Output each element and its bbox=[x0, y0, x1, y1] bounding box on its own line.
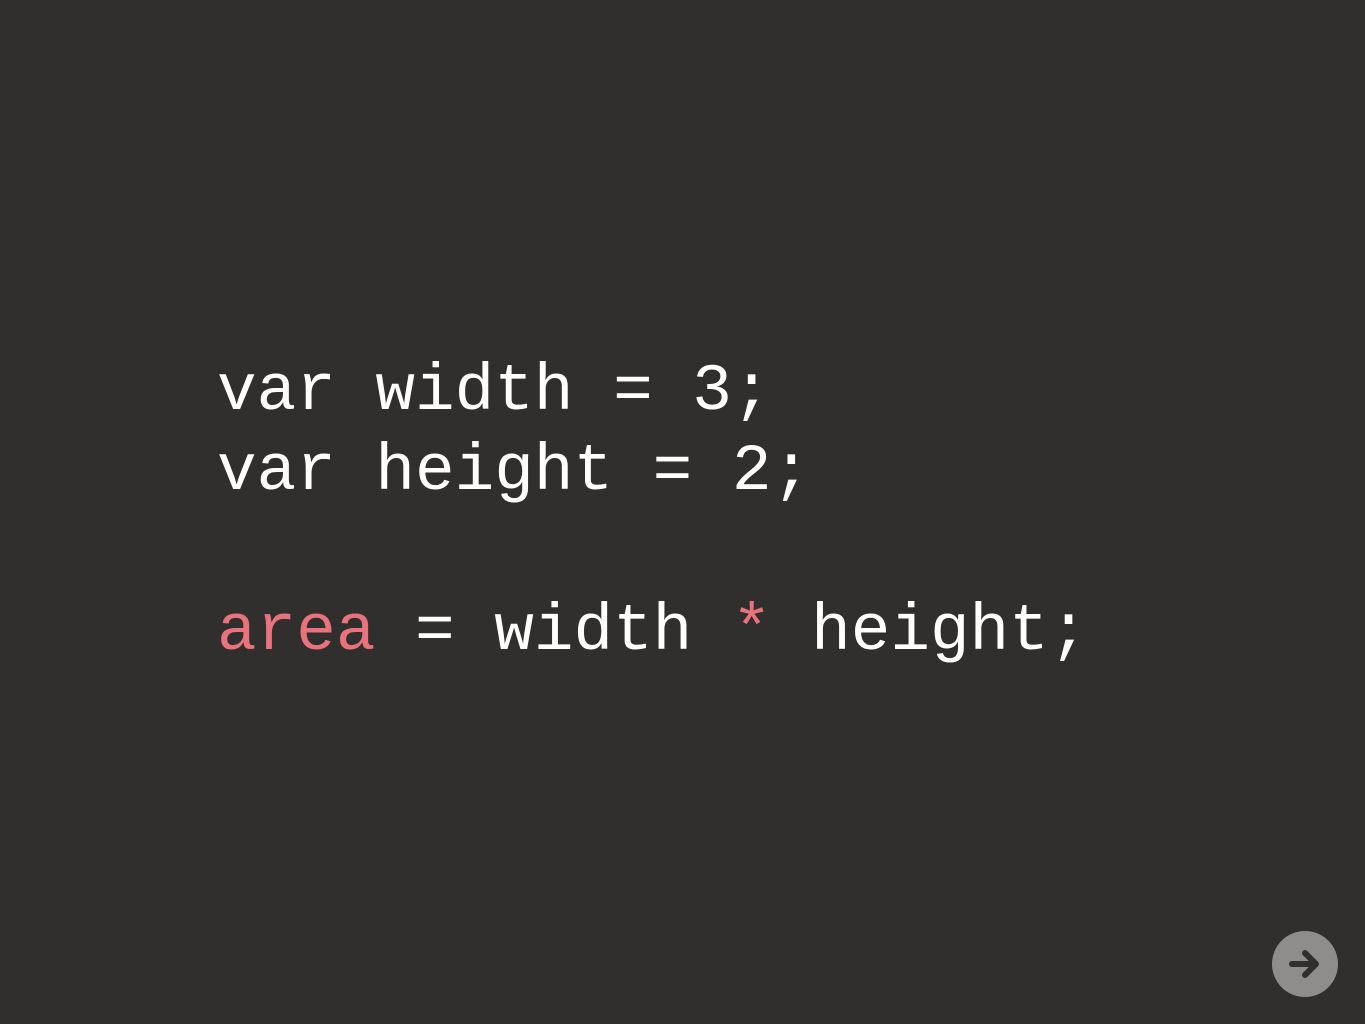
multiply-operator: * bbox=[731, 594, 772, 669]
variable-area: area bbox=[217, 594, 376, 669]
code-block: var width = 3; var height = 2; area = widt… bbox=[217, 352, 1088, 672]
arrow-right-icon bbox=[1289, 950, 1319, 978]
expression-rest: height; bbox=[771, 594, 1089, 669]
assign-expression: = width bbox=[375, 594, 732, 669]
code-line-2: var height = 2; bbox=[217, 434, 812, 509]
code-line-3: area = width * height; bbox=[217, 592, 1088, 672]
code-line-1: var width = 3; bbox=[217, 354, 772, 429]
next-slide-button[interactable] bbox=[1272, 931, 1338, 997]
slide: var width = 3; var height = 2; area = widt… bbox=[0, 0, 1365, 1024]
